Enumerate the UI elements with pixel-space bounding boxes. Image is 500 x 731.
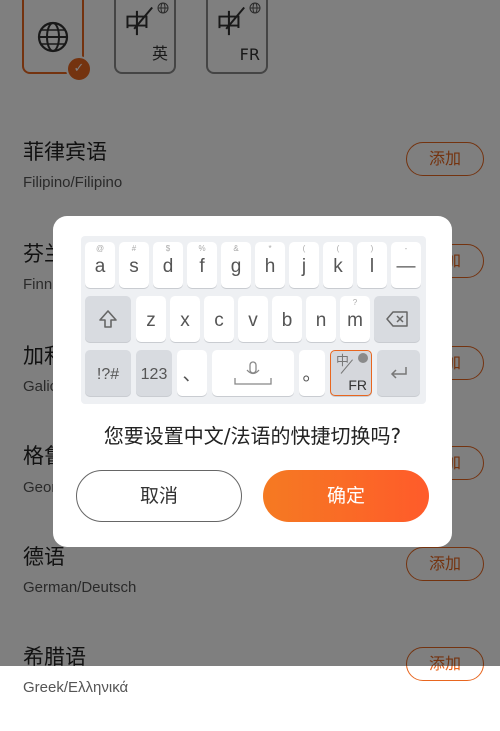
space-key xyxy=(212,350,294,396)
language-native-name: Greek/Ελληνικά xyxy=(23,679,129,696)
shift-icon xyxy=(99,310,117,328)
backspace-key xyxy=(374,296,420,342)
key-z: z xyxy=(136,296,166,342)
period-key: 。 xyxy=(299,350,325,396)
shortcut-switch-dialog: @ a # s $ d % f & g * h (j (k ) l - — z x c v b … xyxy=(53,216,452,547)
key-l: ) l xyxy=(357,242,387,288)
numbers-key: 123 xyxy=(136,350,172,396)
key-f: % f xyxy=(187,242,217,288)
mini-globe-icon xyxy=(358,353,368,363)
backspace-icon xyxy=(386,311,408,327)
key-g: & g xyxy=(221,242,251,288)
key-h: * h xyxy=(255,242,285,288)
symbols-key: !?# xyxy=(85,350,131,396)
key-j: (j xyxy=(289,242,319,288)
key-d: $ d xyxy=(153,242,183,288)
zh-fr-switch-key: 中 FR xyxy=(330,350,372,396)
key-n: n xyxy=(306,296,336,342)
key-v: v xyxy=(238,296,268,342)
key-m: ? m xyxy=(340,296,370,342)
keyboard-preview: @ a # s $ d % f & g * h (j (k ) l - — z x c v b … xyxy=(81,236,426,404)
key-c: c xyxy=(204,296,234,342)
key-s: # s xyxy=(119,242,149,288)
confirm-button[interactable]: 确定 xyxy=(263,470,429,522)
key-a: @ a xyxy=(85,242,115,288)
key-dash: - — xyxy=(391,242,421,288)
dialog-question: 您要设置中文/法语的快捷切换吗? xyxy=(103,424,402,448)
comma-key: 、 xyxy=(177,350,207,396)
cancel-button[interactable]: 取消 xyxy=(76,470,242,522)
enter-key xyxy=(377,350,420,396)
key-k: (k xyxy=(323,242,353,288)
microphone-icon xyxy=(234,361,272,385)
key-b: b xyxy=(272,296,302,342)
key-x: x xyxy=(170,296,200,342)
enter-icon xyxy=(390,367,407,379)
shift-key xyxy=(85,296,131,342)
